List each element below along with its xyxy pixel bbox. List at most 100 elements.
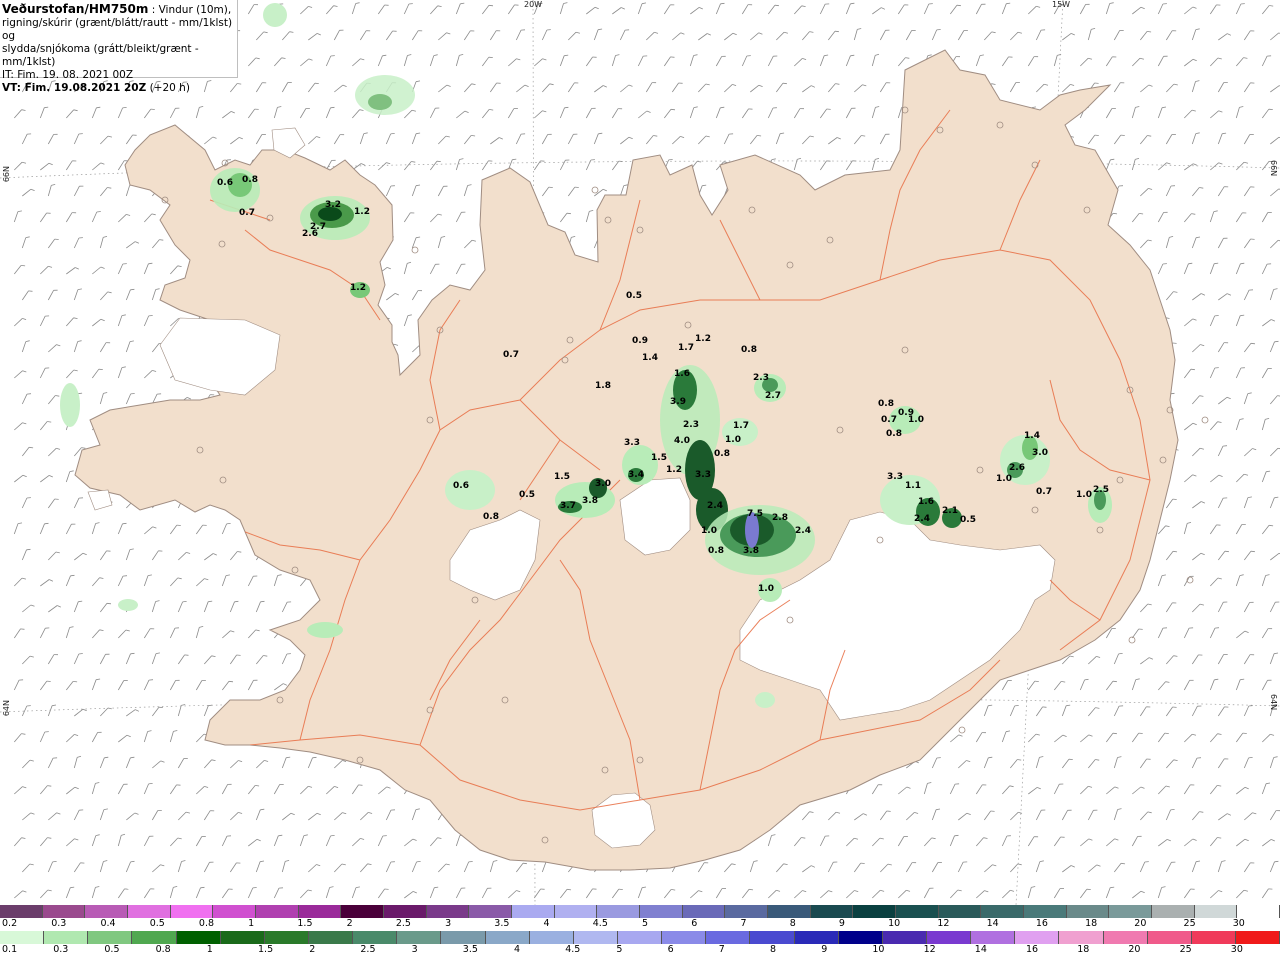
- wind-barb-tick: [1195, 28, 1200, 30]
- wind-barb-tick: [563, 2, 568, 4]
- wind-barb: [403, 263, 408, 275]
- wind-barb: [429, 160, 438, 171]
- map-subtitle-line3: slydda/snjókoma (grátt/bleikt/grænt - mm…: [2, 43, 199, 68]
- wind-barb-tick: [1266, 470, 1271, 473]
- wind-barb-tick: [30, 188, 35, 191]
- wind-barb: [255, 655, 264, 665]
- wind-barb-tick: [1017, 759, 1022, 761]
- wind-barb: [299, 835, 305, 847]
- precip-value-label: 0.8: [878, 399, 894, 409]
- wind-barb: [845, 108, 852, 119]
- map-title: Veðurstofan/HM750m: [2, 2, 149, 16]
- wind-barb: [430, 837, 438, 847]
- wind-barb: [308, 864, 317, 873]
- wind-barb-tick: [1192, 318, 1197, 321]
- wind-barb: [671, 82, 679, 93]
- wind-barb-tick: [1192, 422, 1197, 426]
- wind-barb-tick: [152, 526, 157, 529]
- wind-barb: [1165, 602, 1173, 613]
- legend-label: 3.5: [462, 944, 478, 955]
- wind-barb-tick: [21, 265, 26, 267]
- wind-barb: [1243, 343, 1252, 353]
- wind-barb-tick: [56, 812, 61, 815]
- wind-barb-tick: [1266, 782, 1271, 785]
- wind-barb-tick: [51, 184, 56, 186]
- legend-color-cell: [298, 905, 342, 918]
- precip-value-label: 3.7: [560, 501, 576, 511]
- legend-color-cell: [85, 905, 129, 918]
- wind-barb-tick: [260, 600, 265, 603]
- wind-barb-tick: [774, 4, 779, 7]
- wind-barb: [47, 757, 54, 769]
- wind-barb: [1062, 865, 1072, 873]
- wind-barb-tick: [78, 392, 83, 395]
- wind-barb: [490, 137, 500, 145]
- wind-barb-tick: [96, 678, 101, 681]
- wind-barb-tick: [1173, 759, 1178, 761]
- wind-barb: [1236, 630, 1246, 639]
- wind-barb-tick: [1271, 319, 1276, 322]
- wind-barb-tick: [148, 783, 153, 785]
- wind-barb-tick: [861, 135, 866, 137]
- wind-barb: [1191, 29, 1197, 41]
- wind-barb: [455, 159, 460, 171]
- wind-barb-tick: [1170, 809, 1175, 811]
- legend-color-cell: [1059, 931, 1104, 944]
- wind-barb: [1079, 888, 1088, 899]
- legend-color-cell: [682, 905, 726, 918]
- wind-barb-tick: [73, 317, 78, 319]
- wind-barb: [975, 732, 983, 743]
- wind-barb: [775, 82, 784, 93]
- wind-barb: [1270, 136, 1280, 145]
- wind-barb: [40, 162, 50, 171]
- wind-barb-tick: [905, 57, 910, 59]
- precip-value-label: 2.3: [683, 420, 699, 430]
- wind-barb-tick: [1162, 106, 1167, 109]
- wind-barb: [91, 679, 97, 691]
- wind-barb: [1235, 419, 1241, 431]
- wind-barb: [1028, 6, 1037, 15]
- legend-color-cell: [0, 931, 45, 944]
- wind-barb: [1235, 3, 1242, 15]
- wind-barb: [611, 108, 619, 119]
- wind-barb-tick: [186, 552, 191, 554]
- wind-barb: [359, 30, 367, 41]
- wind-barb: [1243, 602, 1250, 613]
- wind-barb-tick: [21, 837, 26, 839]
- wind-barb: [1261, 419, 1266, 431]
- legend-label: 12: [923, 944, 936, 955]
- legend-color-cell: [662, 931, 707, 944]
- wind-barb: [247, 887, 254, 899]
- wind-barb: [1261, 888, 1269, 899]
- wind-barb: [1113, 134, 1122, 145]
- wind-barb: [385, 133, 392, 145]
- wind-barb-tick: [857, 28, 862, 30]
- wind-barb: [1106, 786, 1115, 795]
- wind-barb-tick: [130, 652, 135, 655]
- wind-barb-tick: [1006, 2, 1011, 5]
- wind-barb: [1261, 575, 1266, 587]
- legend-color-cell: [573, 931, 618, 944]
- wind-barb: [950, 889, 959, 899]
- wind-barb-tick: [618, 888, 623, 890]
- wind-barb: [949, 4, 958, 15]
- wind-barb-tick: [1270, 733, 1275, 736]
- wind-barb: [1165, 237, 1170, 249]
- wind-barb-tick: [73, 369, 78, 372]
- legend-label: 0.5: [149, 918, 165, 929]
- wind-barb: [828, 137, 838, 145]
- wind-barb-tick: [809, 135, 814, 138]
- legend-color-cell: [896, 905, 939, 918]
- wind-barb: [14, 837, 22, 847]
- wind-barb-tick: [594, 6, 599, 10]
- wind-barb-tick: [342, 84, 347, 87]
- wind-barb-tick: [363, 132, 368, 134]
- forecast-map: 0.6 0.8 0.7 3.2 1.2 2.7 2.6 1.2 0.5 0.7 0.9 1.4 1.7 1…: [0, 0, 1280, 905]
- legend-color-cell: [838, 931, 883, 944]
- wind-barb: [1132, 6, 1142, 15]
- wind-barb: [983, 705, 989, 717]
- wind-barb: [352, 109, 360, 119]
- wind-barb: [21, 393, 28, 405]
- wind-barb: [195, 887, 201, 899]
- wind-barb: [1165, 706, 1173, 717]
